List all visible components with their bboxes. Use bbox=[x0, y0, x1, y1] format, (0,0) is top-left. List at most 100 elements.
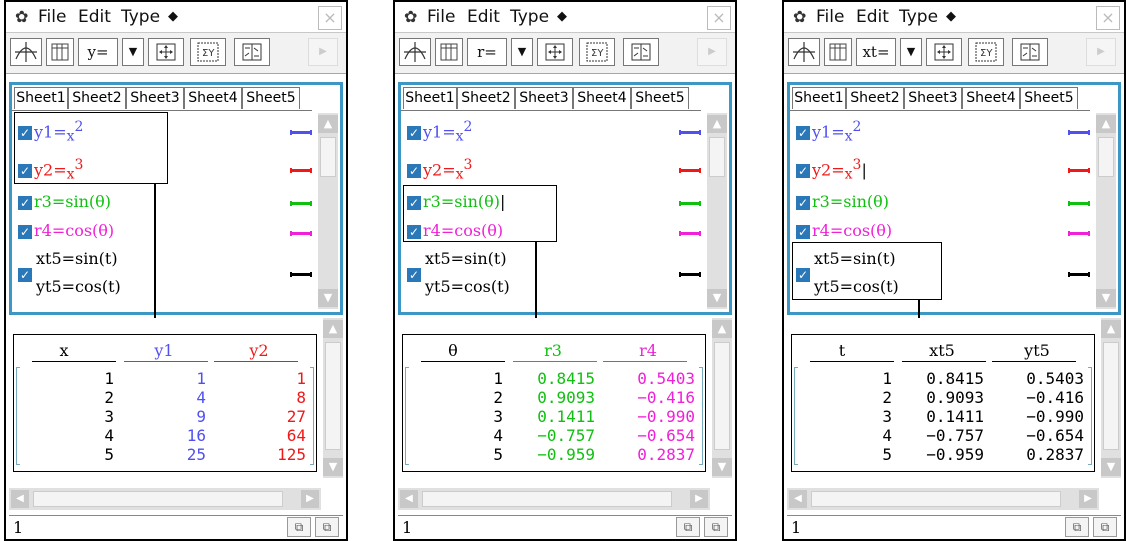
scroll-thumb[interactable] bbox=[811, 491, 1061, 507]
cell-entry-line[interactable]: 1 ⧉ ⧉ bbox=[9, 515, 343, 539]
function-row-r4[interactable]: ✓ r4=cos(θ) bbox=[796, 221, 892, 240]
line-style-r4[interactable] bbox=[290, 231, 312, 236]
function-type-button[interactable]: r= bbox=[467, 38, 507, 66]
checkbox-checked-icon[interactable]: ✓ bbox=[796, 163, 810, 178]
gear-icon[interactable]: ✿ bbox=[404, 7, 417, 26]
tab-sheet1[interactable]: Sheet1 bbox=[792, 87, 846, 109]
tab-sheet2[interactable]: Sheet2 bbox=[68, 87, 126, 109]
table-cell[interactable]: 25 bbox=[187, 445, 206, 464]
line-style-r3[interactable] bbox=[679, 201, 701, 206]
file-menu[interactable]: File bbox=[38, 7, 66, 27]
function-row-y2[interactable]: ✓y2=x3| bbox=[407, 157, 472, 182]
table-cell[interactable]: 125 bbox=[277, 445, 306, 464]
tab-sheet3[interactable]: Sheet3 bbox=[126, 87, 184, 109]
line-style-r4[interactable] bbox=[1068, 231, 1090, 236]
table-cell[interactable]: −0.416 bbox=[637, 388, 695, 407]
table-cell[interactable]: 0.9093 bbox=[926, 388, 984, 407]
editor-scrollbar[interactable]: ▲ ▼ bbox=[1096, 113, 1116, 309]
zoom-box-icon[interactable]: ΣΥ bbox=[579, 38, 615, 66]
function-type-button[interactable]: y= bbox=[78, 38, 118, 66]
line-style-y2[interactable] bbox=[290, 168, 312, 173]
table-cell[interactable]: 27 bbox=[287, 407, 306, 426]
edit-menu[interactable]: Edit bbox=[78, 7, 111, 27]
line-style-y2[interactable] bbox=[679, 168, 701, 173]
scroll-down-icon[interactable]: ▼ bbox=[318, 289, 338, 307]
tab-sheet1[interactable]: Sheet1 bbox=[403, 87, 457, 109]
function-row-xt5[interactable]: xt5=sin(t) bbox=[425, 249, 507, 268]
tab-sheet3[interactable]: Sheet3 bbox=[515, 87, 573, 109]
checkbox-checked-icon[interactable]: ✓ bbox=[407, 125, 421, 140]
close-icon[interactable]: × bbox=[707, 6, 731, 30]
line-style-t5[interactable] bbox=[290, 272, 312, 277]
table-cell[interactable]: 0.8415 bbox=[537, 369, 595, 388]
scroll-right-icon[interactable]: ▶ bbox=[301, 490, 319, 508]
type-menu[interactable]: Type bbox=[510, 7, 549, 27]
checkbox-checked-icon[interactable]: ✓ bbox=[18, 195, 32, 210]
edit-menu[interactable]: Edit bbox=[856, 7, 889, 27]
scroll-down-icon[interactable]: ▼ bbox=[712, 458, 732, 476]
draw-graph-icon[interactable] bbox=[1012, 38, 1048, 66]
function-row-y1[interactable]: ✓ y1=x2 bbox=[407, 119, 472, 144]
table-cell[interactable]: 64 bbox=[287, 426, 306, 445]
type-menu-arrow-icon[interactable]: ◆ bbox=[168, 9, 178, 24]
function-row-r3[interactable]: ✓r3=sin(θ)| bbox=[796, 192, 889, 211]
table-cell[interactable]: 4 bbox=[882, 426, 892, 445]
line-style-r3[interactable] bbox=[290, 201, 312, 206]
checkbox-checked-icon[interactable]: ✓ bbox=[18, 268, 32, 282]
gear-icon[interactable]: ✿ bbox=[15, 7, 28, 26]
table-cell[interactable]: −0.959 bbox=[926, 445, 984, 464]
table-cell[interactable]: 2 bbox=[493, 388, 503, 407]
scroll-down-icon[interactable]: ▼ bbox=[707, 289, 727, 307]
type-menu-arrow-icon[interactable]: ◆ bbox=[946, 9, 956, 24]
scroll-down-icon[interactable]: ▼ bbox=[323, 458, 343, 476]
table-cell[interactable]: 4 bbox=[196, 388, 206, 407]
table-cell[interactable]: 0.5403 bbox=[637, 369, 695, 388]
edit-menu[interactable]: Edit bbox=[467, 7, 500, 27]
copy-icon[interactable]: ⧉ bbox=[287, 517, 311, 537]
toolbar-scroll-right-icon[interactable]: ▶ bbox=[697, 38, 727, 66]
table-cell[interactable]: −0.757 bbox=[537, 426, 595, 445]
horizontal-scrollbar[interactable]: ◀ ▶ bbox=[787, 488, 1099, 510]
table-cell[interactable]: −0.990 bbox=[637, 407, 695, 426]
function-row-yt5[interactable]: yt5=cos(t) bbox=[425, 277, 510, 296]
tab-sheet4[interactable]: Sheet4 bbox=[962, 87, 1020, 109]
tab-sheet1[interactable]: Sheet1 bbox=[14, 87, 68, 109]
table-cell[interactable]: 0.8415 bbox=[926, 369, 984, 388]
scroll-up-icon[interactable]: ▲ bbox=[1096, 115, 1116, 133]
checkbox-checked-icon[interactable]: ✓ bbox=[407, 163, 421, 178]
table-scrollbar[interactable]: ▲ ▼ bbox=[712, 318, 732, 478]
table-cell[interactable]: 0.5403 bbox=[1026, 369, 1084, 388]
type-dropdown-icon[interactable]: ▼ bbox=[900, 38, 922, 66]
graph-window-icon[interactable] bbox=[10, 38, 42, 66]
table-cell[interactable]: −0.416 bbox=[1026, 388, 1084, 407]
paste-icon[interactable]: ⧉ bbox=[1093, 517, 1117, 537]
zoom-fit-icon[interactable] bbox=[926, 38, 962, 66]
line-style-r3[interactable] bbox=[1068, 201, 1090, 206]
table-cell[interactable]: 0.1411 bbox=[537, 407, 595, 426]
table-cell[interactable]: 1 bbox=[296, 369, 306, 388]
tab-sheet4[interactable]: Sheet4 bbox=[573, 87, 631, 109]
table-cell[interactable]: 4 bbox=[104, 426, 114, 445]
table-cell[interactable]: 5 bbox=[882, 445, 892, 464]
line-style-y1[interactable] bbox=[290, 130, 312, 135]
cell-entry-line[interactable]: 1 ⧉ ⧉ bbox=[398, 515, 732, 539]
table-cell[interactable]: 1 bbox=[104, 369, 114, 388]
paste-icon[interactable]: ⧉ bbox=[315, 517, 339, 537]
draw-graph-icon[interactable] bbox=[234, 38, 270, 66]
scroll-down-icon[interactable]: ▼ bbox=[1096, 289, 1116, 307]
table-scrollbar[interactable]: ▲ ▼ bbox=[1101, 318, 1121, 478]
scroll-left-icon[interactable]: ◀ bbox=[11, 490, 29, 508]
checkbox-checked-icon[interactable]: ✓ bbox=[796, 125, 810, 140]
type-menu[interactable]: Type bbox=[121, 7, 160, 27]
horizontal-scrollbar[interactable]: ◀ ▶ bbox=[9, 488, 321, 510]
checkbox-checked-icon[interactable]: ✓ bbox=[407, 268, 421, 282]
scroll-thumb[interactable] bbox=[33, 491, 283, 507]
line-style-t5[interactable] bbox=[679, 272, 701, 277]
table-cell[interactable]: 1 bbox=[196, 369, 206, 388]
scroll-thumb[interactable] bbox=[709, 137, 725, 177]
scroll-up-icon[interactable]: ▲ bbox=[323, 320, 343, 338]
table-cell[interactable]: 0.2837 bbox=[1026, 445, 1084, 464]
cell-entry-line[interactable]: 1 ⧉ ⧉ bbox=[787, 515, 1121, 539]
scroll-up-icon[interactable]: ▲ bbox=[1101, 320, 1121, 338]
tab-sheet2[interactable]: Sheet2 bbox=[457, 87, 515, 109]
